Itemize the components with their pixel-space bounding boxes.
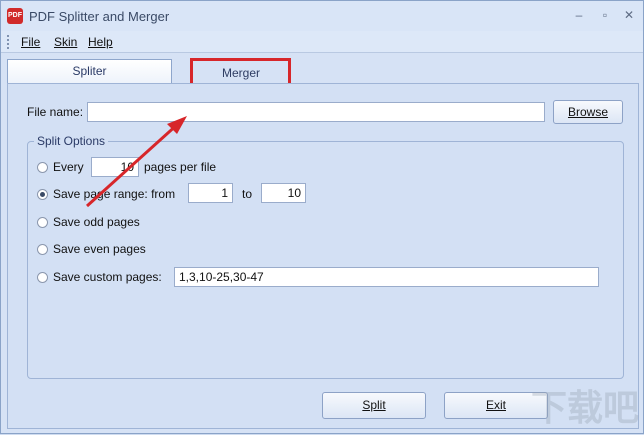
watermark-logo: 下载吧: [530, 387, 639, 428]
app-window: PDF PDF Splitter and Merger – ▫ ✕ File S…: [0, 0, 644, 434]
annotation-arrow: [85, 116, 187, 208]
